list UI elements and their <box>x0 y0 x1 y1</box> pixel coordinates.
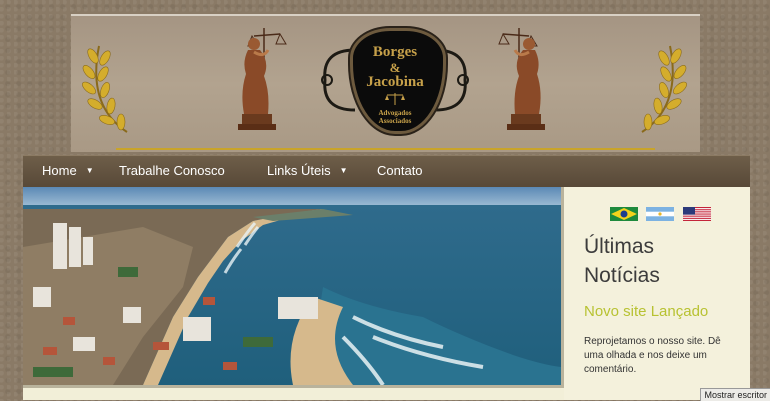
caret-down-icon: ▼ <box>85 166 94 175</box>
news-item-body: Reprojetamos o nosso site. Dê uma olhada… <box>584 336 721 375</box>
brazil-flag-icon[interactable] <box>610 207 638 221</box>
argentina-flag-icon[interactable] <box>646 207 675 221</box>
content-area: Últimas Notícias Novo site Lançado Repro… <box>23 187 750 400</box>
nav-item-home[interactable]: Home ▼ <box>42 156 94 188</box>
sidebar: Últimas Notícias Novo site Lançado Repro… <box>564 187 750 400</box>
nav-item-contato[interactable]: Contato <box>377 156 423 188</box>
lady-justice-statue-left-icon <box>238 28 287 130</box>
nav-item-label: Links Úteis <box>267 163 331 178</box>
coastal-city-image <box>23 187 561 385</box>
nav-item-trabalhe-conosco[interactable]: Trabalhe Conosco <box>119 156 225 188</box>
logo-name-line2: Jacobina <box>366 74 424 90</box>
logo-name-line1: Borges <box>372 44 418 60</box>
logo-subtitle-line2: Associados <box>378 117 412 125</box>
status-tooltip: Mostrar escritor <box>700 388 770 401</box>
nav-item-label: Contato <box>377 163 423 178</box>
scales-of-justice-icon <box>385 93 405 105</box>
language-flags <box>610 207 715 221</box>
laurel-wreath-left-icon <box>82 45 128 133</box>
laurel-wreath-right-icon <box>641 45 687 133</box>
logo-subtitle: Advogados Associados <box>315 109 475 125</box>
site-header: Borges & Jacobina Advogados Associados <box>71 14 700 152</box>
nav-item-label: Home <box>42 163 77 178</box>
city-coast-photo <box>23 187 564 388</box>
logo-subtitle-line1: Advogados <box>378 109 412 117</box>
caret-down-icon: ▼ <box>339 166 348 175</box>
news-item-title-link[interactable]: Novo site Lançado <box>584 303 708 320</box>
heading-line2: Notícias <box>584 264 660 287</box>
heading-line1: Últimas <box>584 235 655 258</box>
usa-flag-icon[interactable] <box>682 207 711 221</box>
nav-item-label: Trabalhe Conosco <box>119 163 225 178</box>
main-nav: Home ▼ Trabalhe Conosco Links Úteis ▼ Cont… <box>23 155 750 188</box>
nav-item-links-uteis[interactable]: Links Úteis ▼ <box>267 156 348 188</box>
firm-logo[interactable]: Borges & Jacobina Advogados Associados <box>315 18 475 136</box>
header-divider <box>116 148 655 150</box>
latest-news-heading: Últimas Notícias <box>584 232 744 290</box>
lady-justice-statue-right-icon <box>498 28 545 130</box>
